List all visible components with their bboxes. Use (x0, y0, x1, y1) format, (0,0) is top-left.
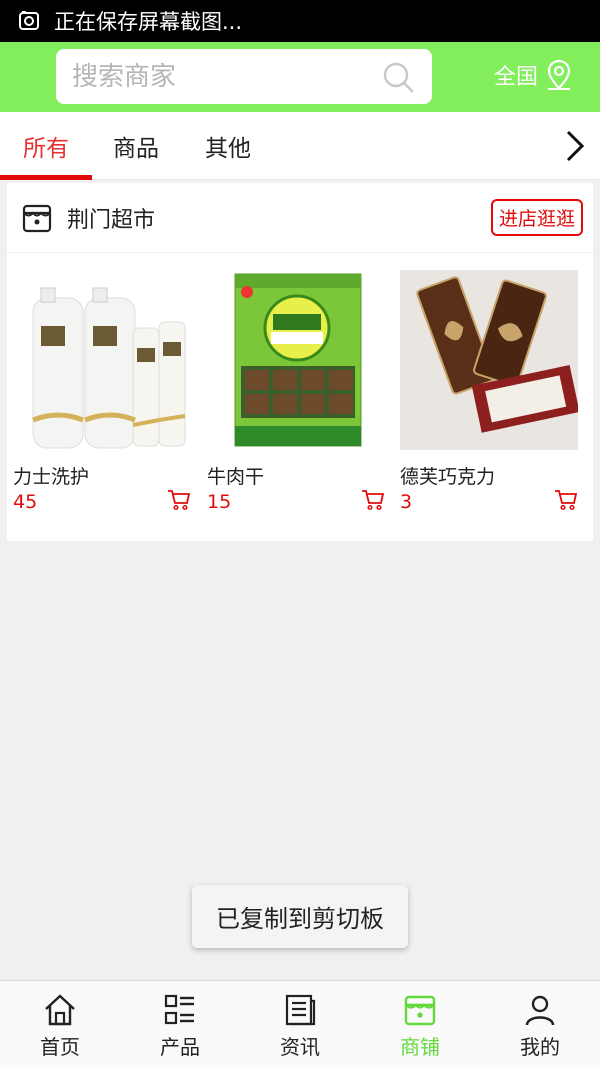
nav-label: 产品 (160, 1035, 200, 1059)
enter-shop-button[interactable]: 进店逛逛 (490, 199, 583, 236)
nav-item-home[interactable]: 首页 (0, 981, 120, 1067)
bottom-nav: 首页 产品 资讯 商铺 我的 (0, 980, 600, 1067)
news-icon (285, 994, 316, 1026)
nav-label: 资讯 (280, 1035, 320, 1059)
region-label: 全国 (494, 65, 539, 90)
shop-name: 荆门超市 (67, 207, 156, 233)
header: 全国 (0, 42, 600, 112)
region-selector[interactable]: 全国 (494, 58, 574, 92)
product-image-beef-jerky (207, 270, 385, 450)
nav-label: 商铺 (400, 1035, 440, 1059)
nav-item-products[interactable]: 产品 (120, 981, 240, 1067)
shop-header[interactable]: 荆门超市 进店逛逛 (7, 183, 593, 253)
cart-icon[interactable] (167, 489, 191, 511)
product-price: 45 (13, 491, 38, 513)
tab-goods[interactable]: 商品 (92, 112, 180, 180)
toast-message: 已复制到剪切板 (192, 885, 408, 948)
search-box[interactable] (56, 49, 432, 104)
product-list: 力士洗护 45 牛肉干 15 德芙巧克力 3 (7, 253, 593, 541)
cart-icon[interactable] (554, 489, 578, 511)
tab-label: 商品 (113, 136, 159, 162)
shop-icon (404, 995, 436, 1026)
tab-label: 所有 (23, 136, 69, 162)
store-icon (22, 204, 52, 232)
product-name: 德芙巧克力 (400, 466, 496, 488)
product-name: 力士洗护 (13, 466, 90, 488)
nav-label: 首页 (40, 1035, 80, 1059)
product-name: 牛肉干 (207, 466, 265, 488)
nav-item-news[interactable]: 资讯 (240, 981, 360, 1067)
product-image-shampoo (13, 270, 191, 450)
product-item[interactable]: 牛肉干 15 (207, 270, 387, 513)
search-input[interactable] (72, 61, 362, 92)
home-icon (45, 994, 75, 1026)
nav-item-me[interactable]: 我的 (480, 981, 600, 1067)
screenshot-icon (19, 11, 39, 30)
status-text: 正在保存屏幕截图... (54, 10, 243, 34)
product-price: 3 (400, 491, 413, 513)
category-tabs: 所有 商品 其他 (0, 112, 600, 180)
search-icon[interactable] (382, 61, 414, 93)
location-pin-icon (547, 59, 571, 90)
tab-label: 其他 (205, 136, 251, 162)
grid-list-icon (164, 994, 194, 1025)
tab-all[interactable]: 所有 (0, 112, 92, 180)
tab-other[interactable]: 其他 (182, 112, 274, 180)
shop-card: 荆门超市 进店逛逛 力士洗护 45 牛肉干 15 德芙巧克力 3 (7, 183, 593, 541)
chevron-right-icon[interactable] (560, 128, 590, 164)
product-item[interactable]: 德芙巧克力 3 (400, 270, 580, 513)
product-image-chocolate (400, 270, 580, 450)
toast-text: 已复制到剪切板 (216, 905, 384, 933)
product-price: 15 (207, 491, 232, 513)
nav-label: 我的 (520, 1035, 560, 1059)
nav-item-shops[interactable]: 商铺 (360, 981, 480, 1067)
user-icon (525, 995, 555, 1026)
product-item[interactable]: 力士洗护 45 (13, 270, 193, 513)
cart-icon[interactable] (361, 489, 385, 511)
status-bar: 正在保存屏幕截图... (0, 0, 600, 42)
